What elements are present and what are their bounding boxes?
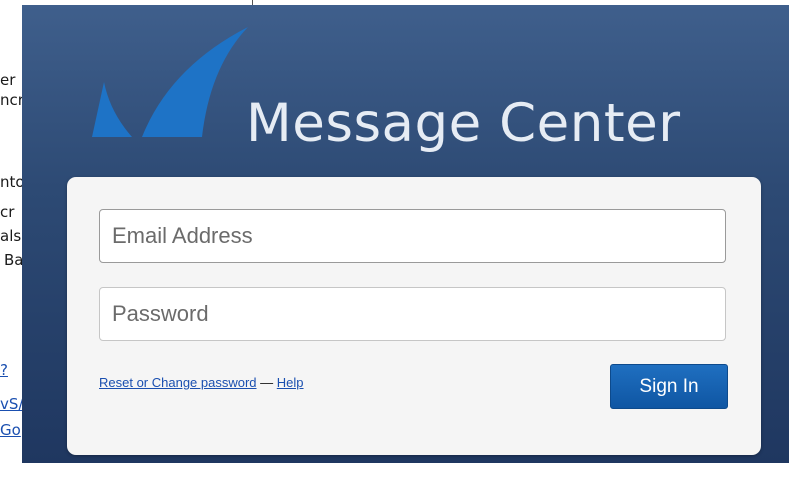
help-link[interactable]: Help [277,375,304,390]
shark-fin-logo-icon [92,27,248,137]
sign-in-button[interactable]: Sign In [610,364,728,409]
brand-title: Message Center [246,93,681,154]
login-panel: Message Center Reset or Change password … [22,5,789,463]
reset-password-link[interactable]: Reset or Change password [99,375,257,390]
email-field[interactable] [99,209,726,263]
link-separator: — [260,375,274,390]
help-links: Reset or Change password — Help [99,375,304,390]
login-card: Reset or Change password — Help Sign In [67,177,761,455]
screen: er ncr nto cr als Ba ? vS/ Go Message Ce… [0,0,789,489]
password-field[interactable] [99,287,726,341]
